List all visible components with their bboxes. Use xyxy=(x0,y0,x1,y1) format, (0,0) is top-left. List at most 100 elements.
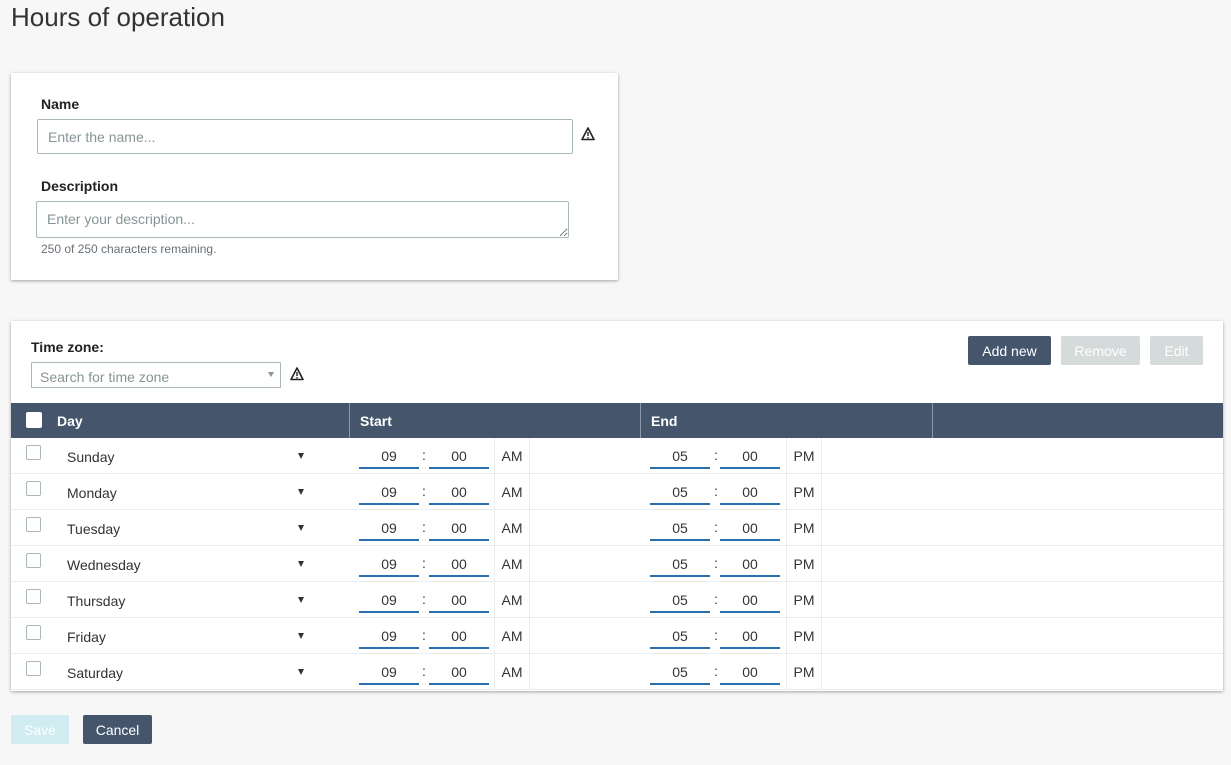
chevron-down-icon[interactable] xyxy=(298,525,304,531)
description-input[interactable] xyxy=(36,201,569,238)
time-separator: : xyxy=(422,555,426,571)
start-ampm-toggle[interactable]: AM xyxy=(494,474,530,510)
table-row: Monday 09:00 AM 05:00 PM xyxy=(11,474,1223,510)
time-separator: : xyxy=(714,483,718,499)
end-minute-input[interactable]: 00 xyxy=(720,555,780,577)
start-ampm-toggle[interactable]: AM xyxy=(494,618,530,654)
save-button[interactable]: Save xyxy=(11,715,69,744)
add-new-button[interactable]: Add new xyxy=(968,336,1051,365)
chevron-down-icon[interactable] xyxy=(298,669,304,675)
start-hour-input[interactable]: 09 xyxy=(359,591,419,613)
day-select[interactable]: Monday xyxy=(67,485,117,501)
start-minute-input[interactable]: 00 xyxy=(429,483,489,505)
row-checkbox[interactable] xyxy=(26,517,41,532)
characters-remaining-hint: 250 of 250 characters remaining. xyxy=(41,242,217,256)
time-separator: : xyxy=(714,663,718,679)
start-minute-input[interactable]: 00 xyxy=(429,591,489,613)
day-select[interactable]: Sunday xyxy=(67,449,114,465)
end-hour-input[interactable]: 05 xyxy=(650,555,710,577)
time-separator: : xyxy=(714,447,718,463)
hours-card: Time zone: Search for time zone Add new … xyxy=(11,321,1223,691)
time-separator: : xyxy=(714,627,718,643)
start-minute-input[interactable]: 00 xyxy=(429,555,489,577)
time-zone-select[interactable]: Search for time zone xyxy=(31,362,281,388)
column-header-start[interactable]: Start xyxy=(360,403,392,438)
start-ampm-toggle[interactable]: AM xyxy=(494,654,530,690)
select-all-checkbox[interactable] xyxy=(26,412,42,428)
remove-button[interactable]: Remove xyxy=(1061,336,1140,365)
end-hour-input[interactable]: 05 xyxy=(650,447,710,469)
end-hour-input[interactable]: 05 xyxy=(650,663,710,685)
end-ampm-toggle[interactable]: PM xyxy=(786,654,822,690)
end-hour-input[interactable]: 05 xyxy=(650,627,710,649)
time-separator: : xyxy=(422,519,426,535)
time-separator: : xyxy=(422,627,426,643)
description-label: Description xyxy=(41,178,119,194)
day-select[interactable]: Tuesday xyxy=(67,521,120,537)
start-ampm-toggle[interactable]: AM xyxy=(494,510,530,546)
end-minute-input[interactable]: 00 xyxy=(720,483,780,505)
end-ampm-toggle[interactable]: PM xyxy=(786,438,822,474)
time-separator: : xyxy=(714,519,718,535)
name-label: Name xyxy=(41,96,80,112)
day-select[interactable]: Thursday xyxy=(67,593,125,609)
end-hour-input[interactable]: 05 xyxy=(650,591,710,613)
start-hour-input[interactable]: 09 xyxy=(359,627,419,649)
end-ampm-toggle[interactable]: PM xyxy=(786,474,822,510)
end-minute-input[interactable]: 00 xyxy=(720,447,780,469)
chevron-down-icon[interactable] xyxy=(298,561,304,567)
time-separator: : xyxy=(714,555,718,571)
end-ampm-toggle[interactable]: PM xyxy=(786,510,822,546)
table-row: Wednesday 09:00 AM 05:00 PM xyxy=(11,546,1223,582)
end-hour-input[interactable]: 05 xyxy=(650,519,710,541)
end-ampm-toggle[interactable]: PM xyxy=(786,546,822,582)
column-header-end[interactable]: End xyxy=(651,403,677,438)
row-checkbox[interactable] xyxy=(26,625,41,640)
day-select[interactable]: Saturday xyxy=(67,665,123,681)
start-minute-input[interactable]: 00 xyxy=(429,447,489,469)
table-row: Friday 09:00 AM 05:00 PM xyxy=(11,618,1223,654)
start-ampm-toggle[interactable]: AM xyxy=(494,582,530,618)
chevron-down-icon xyxy=(268,372,274,377)
edit-button[interactable]: Edit xyxy=(1150,336,1203,365)
day-select[interactable]: Wednesday xyxy=(67,557,141,573)
start-ampm-toggle[interactable]: AM xyxy=(494,438,530,474)
start-ampm-toggle[interactable]: AM xyxy=(494,546,530,582)
table-row: Tuesday 09:00 AM 05:00 PM xyxy=(11,510,1223,546)
time-separator: : xyxy=(422,447,426,463)
chevron-down-icon[interactable] xyxy=(298,453,304,459)
start-minute-input[interactable]: 00 xyxy=(429,519,489,541)
table-row: Saturday 09:00 AM 05:00 PM xyxy=(11,654,1223,690)
time-zone-label: Time zone: xyxy=(31,339,104,355)
end-minute-input[interactable]: 00 xyxy=(720,591,780,613)
row-checkbox[interactable] xyxy=(26,553,41,568)
start-hour-input[interactable]: 09 xyxy=(359,555,419,577)
warning-icon xyxy=(290,367,304,381)
chevron-down-icon[interactable] xyxy=(298,633,304,639)
end-minute-input[interactable]: 00 xyxy=(720,519,780,541)
end-ampm-toggle[interactable]: PM xyxy=(786,582,822,618)
time-separator: : xyxy=(714,591,718,607)
end-hour-input[interactable]: 05 xyxy=(650,483,710,505)
column-header-day[interactable]: Day xyxy=(57,403,83,438)
day-select[interactable]: Friday xyxy=(67,629,106,645)
chevron-down-icon[interactable] xyxy=(298,489,304,495)
cancel-button[interactable]: Cancel xyxy=(83,715,152,744)
row-checkbox[interactable] xyxy=(26,481,41,496)
start-hour-input[interactable]: 09 xyxy=(359,663,419,685)
chevron-down-icon[interactable] xyxy=(298,597,304,603)
row-checkbox[interactable] xyxy=(26,661,41,676)
start-minute-input[interactable]: 00 xyxy=(429,627,489,649)
row-checkbox[interactable] xyxy=(26,589,41,604)
start-hour-input[interactable]: 09 xyxy=(359,519,419,541)
end-ampm-toggle[interactable]: PM xyxy=(786,618,822,654)
end-minute-input[interactable]: 00 xyxy=(720,663,780,685)
row-checkbox[interactable] xyxy=(26,445,41,460)
start-minute-input[interactable]: 00 xyxy=(429,663,489,685)
start-hour-input[interactable]: 09 xyxy=(359,447,419,469)
name-input[interactable] xyxy=(37,119,573,154)
time-separator: : xyxy=(422,591,426,607)
end-minute-input[interactable]: 00 xyxy=(720,627,780,649)
start-hour-input[interactable]: 09 xyxy=(359,483,419,505)
page-title: Hours of operation xyxy=(11,2,225,32)
